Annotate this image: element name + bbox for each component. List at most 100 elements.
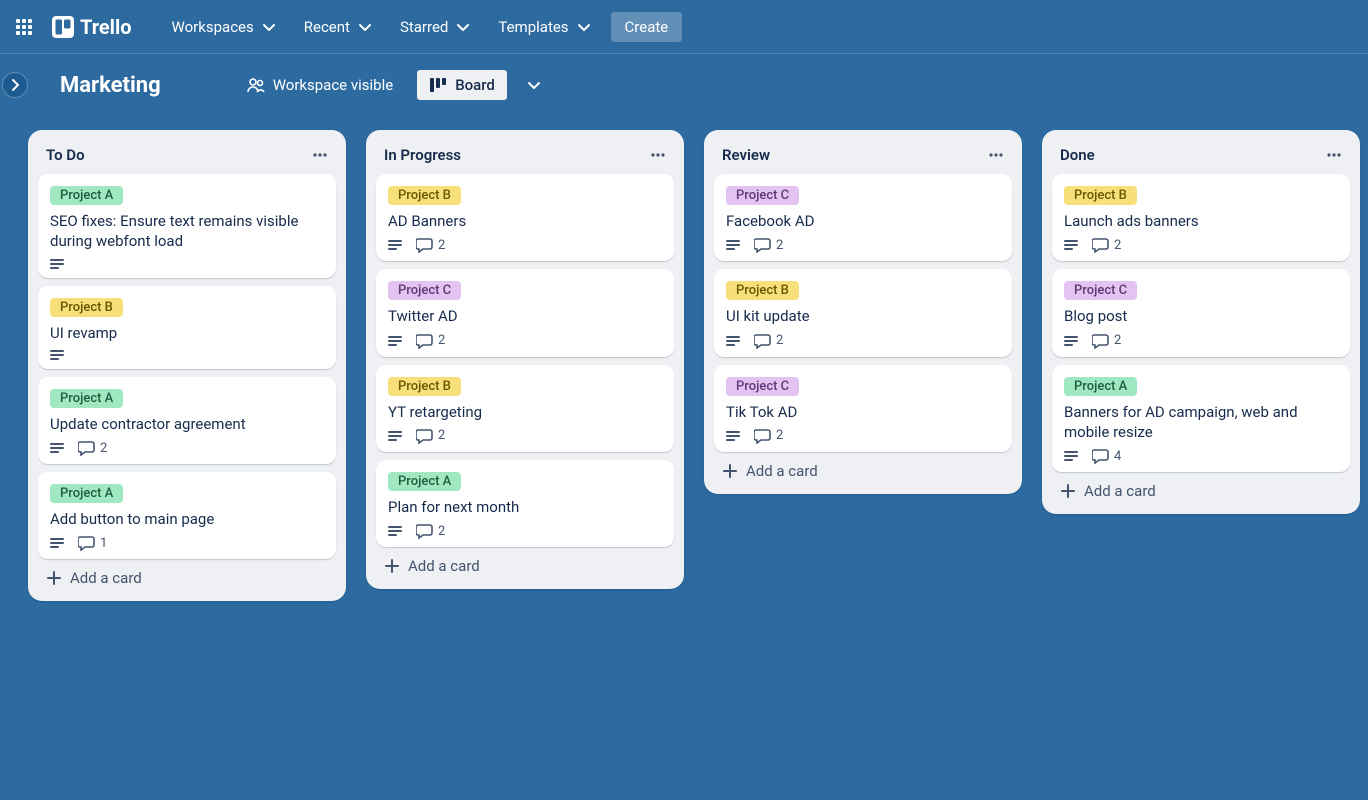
view-options-button[interactable] — [521, 72, 547, 98]
card[interactable]: Project A SEO fixes: Ensure text remains … — [38, 174, 336, 278]
dots-icon — [650, 147, 666, 163]
comments-badge: 2 — [754, 428, 783, 444]
card-label[interactable]: Project A — [1064, 377, 1137, 396]
list-header: Done — [1050, 140, 1352, 174]
card-title: SEO fixes: Ensure text remains visible d… — [50, 211, 324, 252]
plus-icon — [384, 558, 400, 574]
chevron-down-icon — [527, 78, 541, 92]
card-label[interactable]: Project B — [1064, 186, 1137, 205]
comment-icon — [78, 535, 96, 551]
add-card-button[interactable]: Add a card — [36, 559, 338, 591]
comment-icon — [416, 333, 434, 349]
card-label[interactable]: Project A — [50, 186, 123, 205]
card-meta: 4 — [1064, 448, 1338, 464]
card-meta: 2 — [726, 428, 1000, 444]
card-label[interactable]: Project C — [726, 186, 799, 205]
top-nav: Trello WorkspacesRecentStarredTemplates … — [0, 0, 1368, 54]
card-meta — [50, 349, 324, 361]
card-label[interactable]: Project C — [1064, 281, 1137, 300]
card[interactable]: Project CFacebook AD2 — [714, 174, 1012, 261]
card[interactable]: Project BYT retargeting2 — [376, 365, 674, 452]
list-title[interactable]: Done — [1060, 146, 1095, 164]
card[interactable]: Project A Plan for next month 2 — [376, 460, 674, 547]
card[interactable]: Project AUpdate contractor agreement2 — [38, 377, 336, 464]
comments-badge: 1 — [78, 535, 107, 551]
dots-icon — [988, 147, 1004, 163]
card-meta: 2 — [1064, 333, 1338, 349]
create-button[interactable]: Create — [611, 12, 683, 42]
comment-icon — [416, 523, 434, 539]
list-menu-button[interactable] — [988, 147, 1004, 163]
board-title[interactable]: Marketing — [52, 69, 169, 102]
card-meta: 2 — [726, 237, 1000, 253]
dots-icon — [312, 147, 328, 163]
nav-workspaces[interactable]: Workspaces — [160, 12, 288, 42]
list: Review Project CFacebook AD2 Project B UI k… — [704, 130, 1022, 494]
plus-icon — [1060, 483, 1076, 499]
nav-templates[interactable]: Templates — [486, 12, 602, 42]
plus-icon — [722, 463, 738, 479]
list-title[interactable]: To Do — [46, 146, 85, 164]
list-menu-button[interactable] — [650, 147, 666, 163]
apps-switcher[interactable] — [8, 11, 40, 43]
add-card-button[interactable]: Add a card — [374, 547, 676, 579]
card-title: Add button to main page — [50, 509, 324, 529]
card-label[interactable]: Project A — [50, 389, 123, 408]
card[interactable]: Project CTwitter AD2 — [376, 269, 674, 356]
add-card-button[interactable]: Add a card — [1050, 472, 1352, 504]
list-menu-button[interactable] — [1326, 147, 1342, 163]
card-meta: 2 — [388, 428, 662, 444]
comment-icon — [754, 428, 772, 444]
nav-starred[interactable]: Starred — [388, 12, 482, 42]
comments-badge: 2 — [416, 237, 445, 253]
card[interactable]: Project BUI revamp — [38, 286, 336, 369]
comment-icon — [754, 333, 772, 349]
description-icon — [726, 335, 740, 347]
card-label[interactable]: Project B — [50, 298, 123, 317]
card-title: Plan for next month — [388, 497, 662, 517]
list: In Progress Project BAD Banners2 Project C… — [366, 130, 684, 589]
card[interactable]: Project CBlog post2 — [1052, 269, 1350, 356]
description-icon — [50, 442, 64, 454]
description-icon — [726, 430, 740, 442]
sidebar-expand-button[interactable] — [2, 72, 28, 98]
nav-recent[interactable]: Recent — [292, 12, 384, 42]
comments-badge: 2 — [416, 523, 445, 539]
card-label[interactable]: Project B — [726, 281, 799, 300]
visibility-button[interactable]: Workspace visible — [237, 70, 404, 100]
description-icon — [388, 525, 402, 537]
card-meta — [50, 258, 324, 270]
people-icon — [247, 76, 265, 94]
dots-icon — [1326, 147, 1342, 163]
comment-icon — [754, 237, 772, 253]
card-label[interactable]: Project A — [388, 472, 461, 491]
add-card-button[interactable]: Add a card — [712, 452, 1014, 484]
card[interactable]: Project BAD Banners2 — [376, 174, 674, 261]
card-title: Tik Tok AD — [726, 402, 1000, 422]
list-menu-button[interactable] — [312, 147, 328, 163]
card-title: UI kit update — [726, 306, 1000, 326]
card-label[interactable]: Project A — [50, 484, 123, 503]
card-meta: 2 — [726, 333, 1000, 349]
card[interactable]: Project ABanners for AD campaign, web an… — [1052, 365, 1350, 473]
card-label[interactable]: Project C — [388, 281, 461, 300]
card-meta: 2 — [388, 237, 662, 253]
comment-icon — [1092, 448, 1110, 464]
card-label[interactable]: Project B — [388, 377, 461, 396]
card[interactable]: Project B UI kit update 2 — [714, 269, 1012, 356]
view-switcher[interactable]: Board — [417, 70, 507, 100]
list-header: To Do — [36, 140, 338, 174]
list-title[interactable]: Review — [722, 146, 770, 164]
logo[interactable]: Trello — [44, 15, 140, 39]
board-canvas: To Do Project A SEO fixes: Ensure text rem… — [0, 116, 1368, 800]
card[interactable]: Project BLaunch ads banners2 — [1052, 174, 1350, 261]
card-title: Twitter AD — [388, 306, 662, 326]
card-label[interactable]: Project B — [388, 186, 461, 205]
list-title[interactable]: In Progress — [384, 146, 461, 164]
comments-badge: 2 — [78, 440, 107, 456]
list-header: Review — [712, 140, 1014, 174]
card[interactable]: Project A Add button to main page 1 — [38, 472, 336, 559]
comments-badge: 4 — [1092, 448, 1121, 464]
card-label[interactable]: Project C — [726, 377, 799, 396]
card[interactable]: Project C Tik Tok AD 2 — [714, 365, 1012, 452]
